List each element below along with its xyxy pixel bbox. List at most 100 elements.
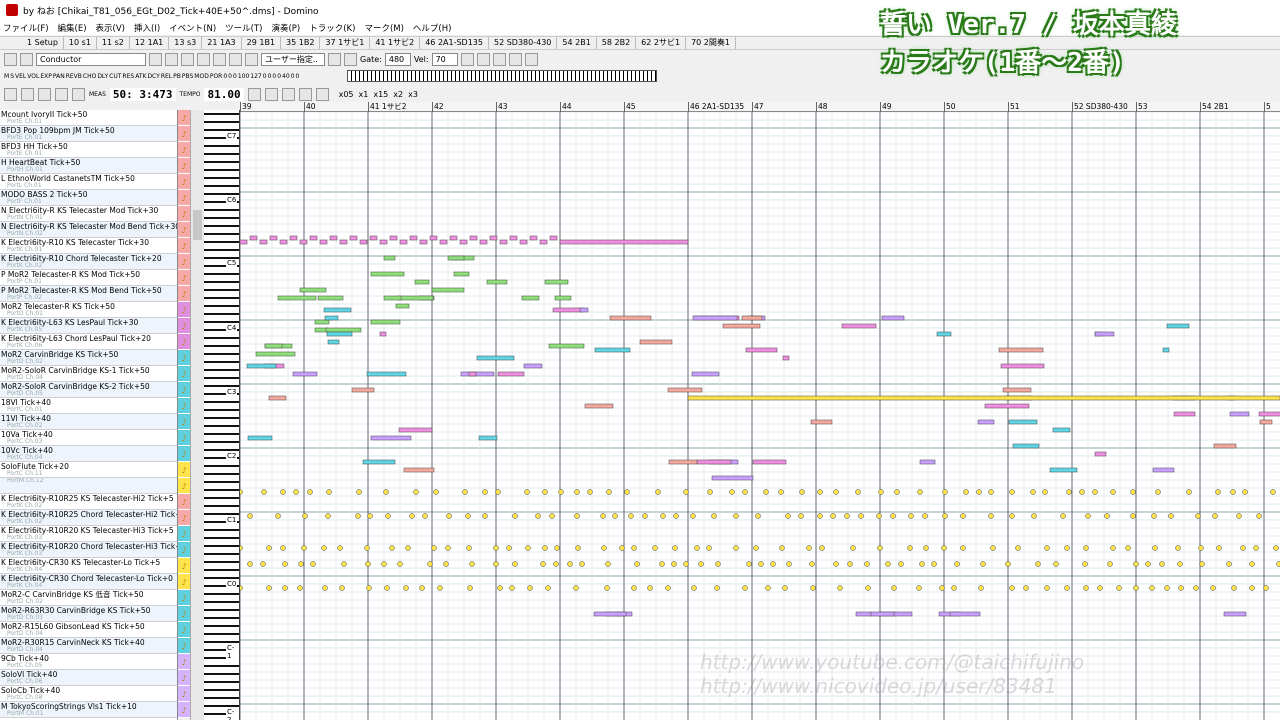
speaker-icon[interactable]: ♪ [178, 270, 190, 286]
tool-icon[interactable] [508, 52, 522, 66]
save-file-icon[interactable] [38, 87, 51, 101]
tool-icon[interactable] [524, 52, 538, 66]
track-row[interactable]: 10Vc Tick+40 PortC Ch.04 [0, 446, 177, 462]
marker-tab[interactable]: 29 1B1 [242, 37, 282, 49]
track-row[interactable]: MoR2-SoloR CarvinBridge KS-1 Tick+50 Port… [0, 366, 177, 382]
speaker-icon[interactable]: ♪ [178, 702, 190, 718]
track-row[interactable]: SoloVl Tick+40 PortC Ch.06 [0, 670, 177, 686]
measure-label[interactable]: 5 [1264, 102, 1271, 112]
speaker-icon[interactable]: ♪ [178, 126, 190, 142]
speaker-icon[interactable]: ♪ [178, 462, 190, 478]
zoom-button[interactable]: x1 [359, 90, 369, 99]
tool-icon[interactable] [328, 52, 341, 66]
track-row[interactable]: MoR2-R30R15 CarvinNeck KS Tick+40 PortD C… [0, 638, 177, 654]
track-row[interactable]: 10Va Tick+40 PortC Ch.03 [0, 430, 177, 446]
speaker-icon[interactable]: ♪ [178, 158, 190, 174]
tool-icon[interactable] [213, 52, 226, 66]
track-row[interactable]: K Electri6ity-R10R20 KS Telecaster-Hi3 T… [0, 526, 177, 542]
speaker-icon[interactable]: ♪ [178, 526, 190, 542]
track-row[interactable]: PortM Ch.12 [0, 478, 177, 494]
tool-icon[interactable] [492, 52, 506, 66]
tool-icon[interactable] [460, 52, 474, 66]
tool-icon[interactable] [344, 52, 357, 66]
speaker-icon[interactable]: ♪ [178, 382, 190, 398]
tool-icon[interactable] [20, 52, 33, 66]
speaker-icon[interactable]: ♪ [178, 606, 190, 622]
open-file-icon[interactable] [21, 87, 34, 101]
measure-label[interactable]: 41 1サビ2 [368, 102, 406, 112]
measure-label[interactable]: 49 [880, 102, 892, 112]
zoom-button[interactable]: x3 [408, 90, 418, 99]
vel-input[interactable]: 70 [431, 52, 458, 66]
speaker-icon[interactable]: ♪ [178, 430, 190, 446]
track-row[interactable]: K Electri6ity-R10 Chord Telecaster Tick+… [0, 254, 177, 270]
menu-item[interactable]: 演奏(P) [271, 22, 300, 34]
marker-tab[interactable]: 13 s3 [169, 37, 203, 49]
menu-item[interactable]: 表示(V) [96, 22, 125, 34]
track-row[interactable]: K Electri6ity-CR30 Chord Telecaster-Lo T… [0, 574, 177, 590]
speaker-icon[interactable]: ♪ [178, 686, 190, 702]
zoom-button[interactable]: x05 [339, 90, 354, 99]
track-row[interactable]: MoR2-R63R30 CarvinBridge KS Tick+50 PortD… [0, 606, 177, 622]
marker-tab[interactable]: 1 Setup [22, 37, 64, 49]
tool-icon[interactable] [165, 52, 178, 66]
track-row[interactable]: Mcount IvoryII Tick+50 PortE Ch.01 [0, 110, 177, 126]
speaker-icon[interactable]: ♪ [178, 318, 190, 334]
measure-label[interactable]: 44 [560, 102, 572, 112]
speaker-icon[interactable]: ♪ [178, 110, 190, 126]
tool-icon[interactable] [149, 52, 162, 66]
speaker-icon[interactable]: ♪ [178, 350, 190, 366]
record-icon[interactable] [247, 87, 261, 101]
track-row[interactable]: M TokyoScoringStrings Vls1 Tick+10 PortM … [0, 702, 177, 718]
menu-item[interactable]: イベント(N) [169, 22, 216, 34]
track-row[interactable]: MoR2-C CarvinBridge KS 低音 Tick+50 PortD C… [0, 590, 177, 606]
marker-tab[interactable]: 11 s2 [97, 37, 130, 49]
track-row[interactable]: K Electri6ity-R10 KS Telecaster Tick+30 P… [0, 238, 177, 254]
track-row[interactable]: MoR2 CarvinBridge KS Tick+50 PortD Ch.02 [0, 350, 177, 366]
tool-icon[interactable] [197, 52, 210, 66]
piano-roll[interactable] [240, 112, 1280, 720]
marker-tab[interactable]: 58 2B2 [597, 37, 637, 49]
speaker-icon[interactable]: ♪ [178, 222, 190, 238]
marker-tab[interactable]: 12 1A1 [130, 37, 170, 49]
measure-label[interactable]: 50 [944, 102, 956, 112]
gate-input[interactable]: 480 [384, 52, 411, 66]
track-row[interactable]: 11Vl Tick+40 PortC Ch.02 [0, 414, 177, 430]
measure-label[interactable]: 39 [240, 102, 252, 112]
speaker-icon[interactable]: ♪ [178, 542, 190, 558]
track-row[interactable]: K Electri6ity-L63 KS LesPaul Tick+30 Port… [0, 318, 177, 334]
tool-icon[interactable] [476, 52, 490, 66]
measure-label[interactable]: 42 [432, 102, 444, 112]
marker-tab[interactable]: 35 1B2 [281, 37, 321, 49]
track-row[interactable]: H HeartBeat Tick+50 PortH Ch.01 [0, 158, 177, 174]
new-file-icon[interactable] [4, 87, 17, 101]
keyboard-strip[interactable] [347, 70, 657, 82]
speaker-icon[interactable]: ♪ [178, 174, 190, 190]
menu-item[interactable]: 編集(E) [58, 22, 87, 34]
speaker-icon[interactable]: ♪ [178, 414, 190, 430]
tool-icon[interactable] [245, 52, 258, 66]
play-icon[interactable] [281, 87, 295, 101]
speaker-icon[interactable]: ♪ [178, 190, 190, 206]
measure-label[interactable]: 45 [624, 102, 636, 112]
tool-icon[interactable] [181, 52, 194, 66]
menu-item[interactable]: 挿入(I) [134, 22, 160, 34]
marker-tab[interactable]: 21 1A3 [202, 37, 242, 49]
note-canvas[interactable] [240, 112, 1280, 720]
track-row[interactable]: L EthnoWorld CastanetsTM Tick+50 PortL Ch… [0, 174, 177, 190]
track-row[interactable]: MODO BASS 2 Tick+50 PortF Ch.01 [0, 190, 177, 206]
measure-ruler[interactable]: 39 40 41 1サビ2 42 43 44 45 46 2A1-SD135 47 48 49 50 5… [240, 102, 1280, 112]
redo-icon[interactable] [72, 87, 85, 101]
measure-label[interactable]: 54 2B1 [1200, 102, 1229, 112]
speaker-icon[interactable]: ♪ [178, 478, 190, 494]
marker-tab[interactable]: 10 s1 [64, 37, 97, 49]
speaker-icon[interactable]: ♪ [178, 654, 190, 670]
tool-icon[interactable] [229, 52, 242, 66]
marker-tab[interactable]: 41 1サビ2 [370, 37, 421, 49]
menu-item[interactable]: ファイル(F) [3, 22, 49, 34]
zoom-button[interactable]: x15 [373, 90, 388, 99]
speaker-icon[interactable]: ♪ [178, 206, 190, 222]
track-row[interactable]: 18Vl Tick+40 PortC Ch.01 [0, 398, 177, 414]
speaker-icon[interactable]: ♪ [178, 302, 190, 318]
track-row[interactable]: K Electri6ity-R10R25 Chord Telecaster-Hi… [0, 510, 177, 526]
